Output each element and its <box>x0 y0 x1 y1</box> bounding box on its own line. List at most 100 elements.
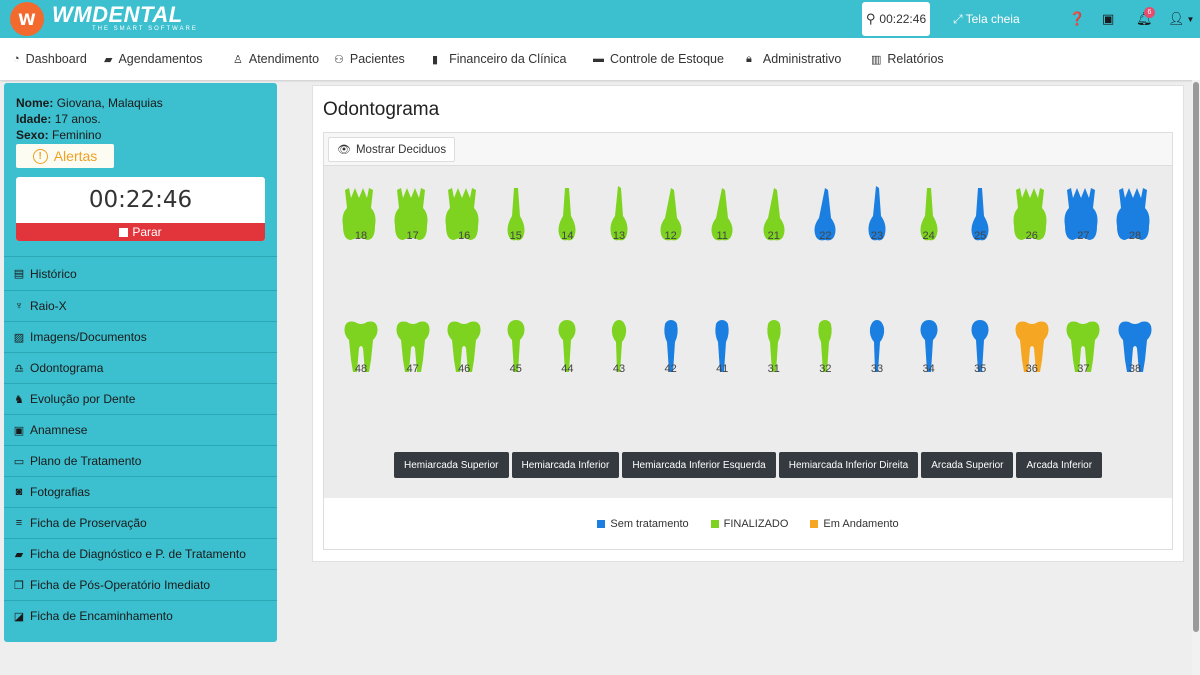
sidebar-item-raio-x[interactable]: ♆ Raio-X <box>4 290 277 321</box>
odontogram-panel: 👁︎ Mostrar Deciduos Hemiarcada Superior … <box>323 132 1173 550</box>
legend-sem-tratamento: Sem tratamento <box>597 518 689 530</box>
tooth-number: 25 <box>974 230 987 242</box>
image-icon: ▨ <box>13 331 25 344</box>
lock-icon: 🔒︎ <box>746 52 752 65</box>
sidebar-item-proservacao[interactable]: ≡ Ficha de Proservação <box>4 507 277 538</box>
tooth-number: 44 <box>561 363 574 375</box>
sidebar-menu: ▤ Histórico ♆ Raio-X ▨ Imagens/Documentos ♎… <box>4 256 277 631</box>
sidebar-item-odontograma[interactable]: ♎ Odontograma <box>4 352 277 383</box>
patient-sidebar: Nome: Giovana, Malaquias Idade: 17 anos.… <box>4 83 277 642</box>
id-card-icon: ▣ <box>13 424 25 437</box>
sidebar-item-pos-operatorio[interactable]: ❐ Ficha de Pós-Operatório Imediato <box>4 569 277 600</box>
tooth-number: 26 <box>1025 230 1038 242</box>
arcada-inferior-button[interactable]: Arcada Inferior <box>1016 452 1103 478</box>
page-scrollbar[interactable] <box>1192 80 1200 675</box>
user-icon: 👤︎ <box>1168 11 1185 26</box>
tooth-number: 13 <box>612 230 626 242</box>
fullscreen-label: Tela cheia <box>965 12 1020 26</box>
show-deciduous-button[interactable]: 👁︎ Mostrar Deciduos <box>328 137 456 162</box>
bar-chart-icon: ▥ <box>871 53 882 66</box>
sidebar-item-imagens[interactable]: ▨ Imagens/Documentos <box>4 321 277 352</box>
arch-button-row: Hemiarcada Superior Hemiarcada Inferior … <box>394 452 1103 478</box>
nav-relatorios[interactable]: ▥ Relatórios <box>871 38 944 80</box>
stop-button[interactable]: Parar <box>16 223 265 241</box>
arcada-superior-button[interactable]: Arcada Superior <box>921 452 1014 478</box>
sidebar-item-evolucao[interactable]: ♞ Evolução por Dente <box>4 383 277 414</box>
tooth-number: 48 <box>354 363 368 375</box>
user-menu-button[interactable]: 👤︎ ▼ <box>1168 0 1194 38</box>
eye-icon: 👁︎ <box>337 144 351 156</box>
scrollbar-thumb[interactable] <box>1193 82 1199 632</box>
main-nav: ◔ Dashboard ▰ Agendamentos ♙ Atendimento ⚇ P… <box>0 38 1200 80</box>
tooth-number: 22 <box>819 230 832 242</box>
sidebar-item-diagnostico[interactable]: ▰ Ficha de Diagnóstico e P. de Tratamento <box>4 538 277 569</box>
tooth-number: 15 <box>509 230 522 242</box>
sidebar-item-historico[interactable]: ▤ Histórico <box>4 256 277 290</box>
bars-icon: ≡ <box>15 517 23 529</box>
nav-financeiro[interactable]: ▮ Financeiro da Clínica <box>432 38 566 80</box>
nav-pacientes[interactable]: ⚇ Pacientes <box>334 38 405 80</box>
legend-swatch <box>810 520 819 528</box>
tooth-number: 35 <box>974 363 987 375</box>
sidebar-item-plano[interactable]: ▭ Plano de Tratamento <box>4 445 277 476</box>
tooth-number: 12 <box>664 230 677 242</box>
logo-mark: W <box>10 2 44 36</box>
session-stopwatch: 00:22:46 Parar <box>16 177 265 241</box>
tooth-number: 17 <box>406 230 419 242</box>
tooth-number: 23 <box>870 230 884 242</box>
nav-atendimento[interactable]: ♙ Atendimento <box>233 38 319 80</box>
nav-administrativo[interactable]: 🔒︎ Administrativo <box>746 38 841 80</box>
alerts-button[interactable]: ! Alertas <box>16 144 114 168</box>
tooth-number: 38 <box>1128 363 1142 375</box>
user-md-icon: ♙ <box>233 53 243 66</box>
top-bar: W WMDENTAL THE SMART SOFTWARE ⚲ 00:22:46… <box>0 0 1200 38</box>
archive-icon: ▬ <box>593 53 604 65</box>
header-timer-value: 00:22:46 <box>879 12 927 26</box>
caret-down-icon: ▼ <box>1186 14 1195 24</box>
share-icon: ◪ <box>13 610 25 623</box>
evolution-icon: ♞ <box>14 393 24 406</box>
display-icon[interactable]: ▣ <box>1102 0 1114 38</box>
sidebar-item-anamnese[interactable]: ▣ Anamnese <box>4 414 277 445</box>
hemiarcada-inferior-direita-button[interactable]: Hemiarcada Inferior Direita <box>778 452 919 478</box>
tooth-number: 46 <box>458 363 471 375</box>
hemiarcada-superior-button[interactable]: Hemiarcada Superior <box>394 452 509 478</box>
notifications-button[interactable]: 🔔︎ 6 <box>1136 0 1155 38</box>
expand-icon: ⤢ <box>953 11 963 26</box>
tooth-number: 34 <box>922 363 935 375</box>
tooth-icon: ♎ <box>14 362 24 375</box>
logo[interactable]: W WMDENTAL THE SMART SOFTWARE <box>10 2 198 36</box>
page-title: Odontograma <box>323 99 440 120</box>
nav-dashboard[interactable]: ◔ Dashboard <box>13 38 87 80</box>
brand-tagline: THE SMART SOFTWARE <box>92 26 198 32</box>
tooth-number: 28 <box>1128 230 1142 242</box>
hemiarcada-inferior-esquerda-button[interactable]: Hemiarcada Inferior Esquerda <box>622 452 776 478</box>
sidebar-item-encaminhamento[interactable]: ◪ Ficha de Encaminhamento <box>4 600 277 631</box>
help-icon[interactable]: ❓ <box>1069 0 1085 38</box>
odontogram-chart: Hemiarcada Superior Hemiarcada Inferior … <box>324 166 1172 498</box>
sidebar-item-fotografias[interactable]: ◙ Fotografias <box>4 476 277 507</box>
book-icon: ▰ <box>104 53 113 66</box>
brand-name: WMDENTAL <box>52 2 183 27</box>
tooth-number: 21 <box>767 230 780 242</box>
header-timer[interactable]: ⚲ 00:22:46 <box>862 2 930 36</box>
tooth-number: 41 <box>716 363 729 375</box>
hemiarcada-inferior-button[interactable]: Hemiarcada Inferior <box>511 452 620 478</box>
users-icon: ⚇ <box>334 53 344 66</box>
tooth-number: 36 <box>1025 363 1038 375</box>
exclamation-circle-icon: ! <box>32 148 48 164</box>
tachometer-icon: ◔ <box>13 53 20 65</box>
tooth-number: 42 <box>664 363 677 375</box>
stop-icon <box>119 227 129 237</box>
fullscreen-button[interactable]: ⤢ Tela cheia <box>953 0 1020 38</box>
tooth-number: 24 <box>922 230 935 242</box>
legend-em-andamento: Em Andamento <box>810 518 899 530</box>
nav-estoque[interactable]: ▬ Controle de Estoque <box>593 38 724 80</box>
tooth-number: 47 <box>406 363 419 375</box>
tooth-number: 11 <box>716 230 728 242</box>
legend-swatch <box>710 520 719 528</box>
bookmark-icon: ▮ <box>432 53 439 66</box>
nav-agendamentos[interactable]: ▰ Agendamentos <box>104 38 203 80</box>
tooth-xray-icon: ♆ <box>14 300 24 312</box>
list-icon: ▤ <box>13 268 25 280</box>
